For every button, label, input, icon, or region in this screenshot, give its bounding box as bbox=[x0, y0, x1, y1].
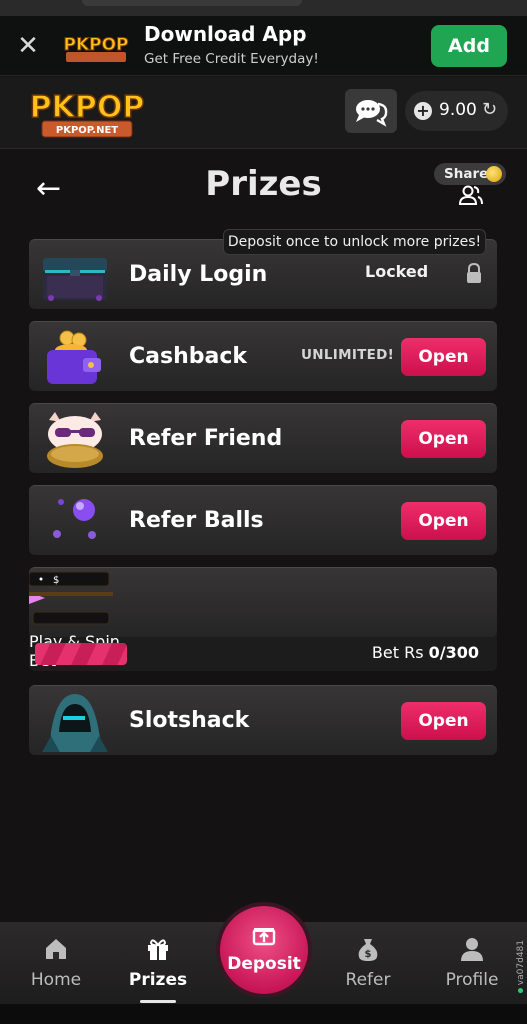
nav-label-profile: Profile bbox=[445, 970, 499, 990]
svg-text:$: $ bbox=[365, 949, 372, 960]
status-dot-icon bbox=[518, 988, 524, 994]
prize-card-slotshack[interactable]: Slotshack Open bbox=[29, 685, 497, 755]
profile-icon bbox=[461, 938, 483, 961]
open-button-cashback[interactable]: Open bbox=[401, 338, 486, 376]
nav-label-refer: Refer bbox=[345, 970, 391, 990]
prize-card-cashback[interactable]: Cashback Open bbox=[29, 321, 497, 391]
deposit-button[interactable]: Deposit bbox=[220, 906, 308, 994]
locked-status: Locked bbox=[365, 262, 429, 281]
coin-icon bbox=[486, 166, 502, 182]
nav-refer[interactable]: $ Refer bbox=[332, 922, 404, 1004]
camera-notch bbox=[82, 0, 302, 6]
balance-amount: 9.00 bbox=[439, 100, 477, 120]
prize-card-refer-balls[interactable]: Refer Balls Open bbox=[29, 485, 497, 555]
hooded-figure-icon bbox=[42, 694, 108, 752]
version-id: va07d481 bbox=[516, 940, 526, 994]
share-button[interactable]: Share bbox=[434, 163, 506, 185]
prize-card-refer-friend[interactable]: Refer Friend Open bbox=[29, 403, 497, 473]
lock-icon bbox=[467, 263, 481, 283]
prize-label: Refer Balls bbox=[129, 508, 264, 533]
treasure-chest-icon bbox=[43, 258, 107, 301]
prize-label: Slotshack bbox=[129, 708, 250, 733]
close-icon[interactable]: ✕ bbox=[14, 32, 42, 60]
active-tab-indicator bbox=[140, 1000, 176, 1003]
logo-subtext: PKPOP.NET bbox=[56, 125, 118, 136]
nav-profile[interactable]: Profile bbox=[436, 922, 508, 1004]
prize-card-play-spin[interactable]: $ Play & Spin Bet Bet Rs 0/300 bbox=[28, 567, 497, 671]
refresh-icon[interactable]: ↻ bbox=[482, 99, 497, 120]
nav-label-prizes: Prizes bbox=[128, 970, 188, 990]
chat-button[interactable] bbox=[345, 89, 397, 133]
bet-progress-text: Bet Rs 0/300 bbox=[371, 643, 479, 662]
bet-progress-bar bbox=[35, 643, 127, 665]
nav-home[interactable]: Home bbox=[20, 922, 92, 1004]
spin-reel-icon: $ bbox=[28, 571, 113, 625]
unlimited-badge: UNLIMITED! bbox=[301, 347, 395, 363]
download-banner: ✕ PKPOP Download App Get Free Credit Eve… bbox=[0, 16, 527, 76]
balance-pill[interactable]: + 9.00 ↻ bbox=[405, 91, 508, 131]
lucky-cat-icon bbox=[47, 412, 103, 468]
logo-text: PKPOP bbox=[63, 35, 128, 55]
open-button-slotshack[interactable]: Open bbox=[401, 702, 486, 740]
deposit-label: Deposit bbox=[227, 954, 301, 974]
nav-label-home: Home bbox=[30, 970, 82, 990]
play-spin-row[interactable]: $ Play & Spin Bet bbox=[28, 567, 497, 670]
add-app-button[interactable]: Add bbox=[431, 25, 507, 67]
wallet-coins-icon bbox=[47, 330, 101, 384]
home-icon bbox=[46, 939, 66, 959]
users-icon[interactable] bbox=[458, 184, 484, 206]
plus-icon[interactable]: + bbox=[414, 102, 432, 120]
system-bar bbox=[0, 1004, 527, 1024]
chat-icon bbox=[356, 100, 388, 127]
unlock-tooltip: Deposit once to unlock more prizes! bbox=[223, 229, 486, 255]
svg-text:$: $ bbox=[53, 575, 59, 586]
open-button-refer-balls[interactable]: Open bbox=[401, 502, 486, 540]
app-header: PKPOP.NET PKPOP + 9.00 ↻ bbox=[0, 77, 527, 149]
prize-label: Refer Friend bbox=[129, 426, 283, 451]
gift-icon bbox=[148, 939, 168, 960]
banner-title: Download App bbox=[144, 22, 307, 46]
logo-text: PKPOP bbox=[30, 90, 145, 125]
status-strip bbox=[0, 0, 527, 16]
money-bag-icon: $ bbox=[358, 939, 378, 961]
share-label: Share bbox=[444, 166, 489, 182]
nav-prizes[interactable]: Prizes bbox=[122, 922, 194, 1004]
banner-subtitle: Get Free Credit Everyday! bbox=[144, 51, 319, 67]
pkpop-logo[interactable]: PKPOP.NET PKPOP bbox=[24, 85, 150, 141]
prize-label: Cashback bbox=[129, 344, 248, 369]
pkpop-logo-small: PKPOP bbox=[63, 35, 129, 62]
purple-balls-icon bbox=[53, 499, 96, 539]
open-button-refer-friend[interactable]: Open bbox=[401, 420, 486, 458]
deposit-icon bbox=[252, 928, 276, 946]
